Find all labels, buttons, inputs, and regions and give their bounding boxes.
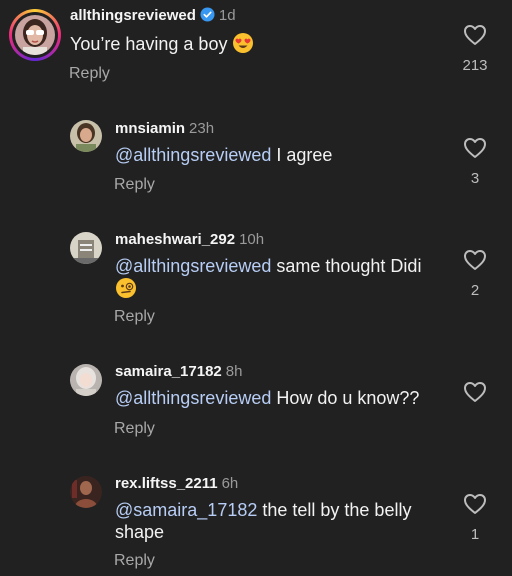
reply-button[interactable]: Reply xyxy=(114,420,155,438)
comment-username[interactable]: mnsiamin 23h xyxy=(115,120,214,137)
comment-body: same thought Didi xyxy=(271,256,422,276)
username-text[interactable]: allthingsreviewed xyxy=(70,7,196,24)
comment-username[interactable]: rex.liftss_2211 6h xyxy=(115,475,238,492)
username-text[interactable]: maheshwari_292 xyxy=(115,231,235,248)
mention-link[interactable]: @allthingsreviewed xyxy=(115,256,271,276)
reply-button[interactable]: Reply xyxy=(114,176,155,194)
avatar-maheshwari_292[interactable] xyxy=(70,232,102,264)
face-with-monocle-emoji xyxy=(115,277,137,304)
avatar-samaira_17182[interactable] xyxy=(70,364,102,396)
comment-username[interactable]: samaira_17182 8h xyxy=(115,363,242,380)
heart-outline-icon[interactable] xyxy=(463,493,487,515)
comment-username[interactable]: allthingsreviewed 1d xyxy=(70,7,236,26)
reply-button[interactable]: Reply xyxy=(114,552,155,570)
comment-body: I agree xyxy=(271,145,333,165)
comment-text: You’re having a boy xyxy=(70,32,254,59)
heart-outline-icon[interactable] xyxy=(463,24,487,46)
username-text[interactable]: samaira_17182 xyxy=(115,363,222,380)
heart-eyes-emoji xyxy=(232,32,254,59)
comment-allthingsreviewed: allthingsreviewed 1d You’re having a boy … xyxy=(0,0,512,110)
comment-time: 10h xyxy=(239,231,265,248)
avatar-allthingsreviewed[interactable] xyxy=(9,9,61,61)
heart-outline-icon[interactable] xyxy=(463,249,487,271)
like-count: 213 xyxy=(462,57,488,74)
comment-body: How do u know?? xyxy=(271,388,420,408)
comment-text: @allthingsreviewed same thought Didi xyxy=(115,255,455,304)
like-count: 1 xyxy=(470,526,480,543)
mention-link[interactable]: @samaira_17182 xyxy=(115,500,257,520)
reply-button[interactable]: Reply xyxy=(69,65,110,83)
comment-text: @samaira_17182 the tell by the belly sha… xyxy=(115,499,435,543)
mention-link[interactable]: @allthingsreviewed xyxy=(115,388,271,408)
username-text[interactable]: rex.liftss_2211 xyxy=(115,475,218,492)
verified-badge-icon xyxy=(200,7,215,26)
heart-outline-icon[interactable] xyxy=(463,381,487,403)
comment-username[interactable]: maheshwari_292 10h xyxy=(115,231,264,248)
comment-time: 23h xyxy=(189,120,215,137)
like-count: 3 xyxy=(470,170,480,187)
comment-text: @allthingsreviewed I agree xyxy=(115,144,332,166)
reply-button[interactable]: Reply xyxy=(114,308,155,326)
username-text[interactable]: mnsiamin xyxy=(115,120,185,137)
comment-text: @allthingsreviewed How do u know?? xyxy=(115,387,419,409)
comment-time: 6h xyxy=(221,475,239,492)
heart-outline-icon[interactable] xyxy=(463,137,487,159)
comment-time: 1d xyxy=(218,7,236,24)
avatar-mnsiamin[interactable] xyxy=(70,120,102,152)
comment-time: 8h xyxy=(225,363,243,380)
mention-link[interactable]: @allthingsreviewed xyxy=(115,145,271,165)
like-count: 2 xyxy=(470,282,480,299)
comment-body: You’re having a boy xyxy=(70,34,228,54)
avatar-rex.liftss_2211[interactable] xyxy=(70,476,102,508)
